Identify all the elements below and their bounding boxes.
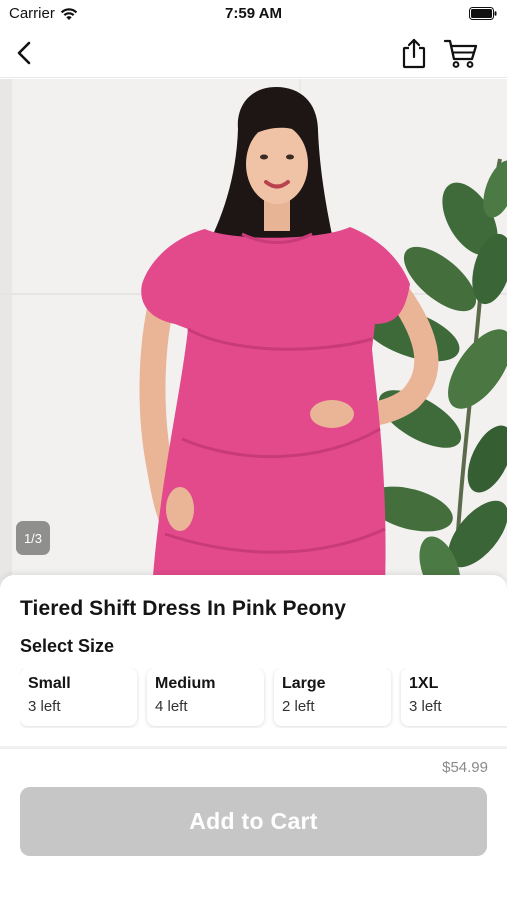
image-page-indicator: 1/3 (16, 521, 50, 555)
product-image[interactable] (0, 79, 507, 589)
price-label: $54.99 (442, 759, 488, 776)
size-option-1xl[interactable]: 1XL 3 left (401, 668, 507, 726)
size-option-stock: 2 left (282, 698, 315, 715)
chevron-left-icon (17, 41, 31, 65)
share-button[interactable] (395, 34, 433, 72)
size-options-list[interactable]: Small 3 left Medium 4 left Large 2 left … (20, 668, 507, 728)
size-option-stock: 3 left (409, 698, 442, 715)
size-option-large[interactable]: Large 2 left (274, 668, 391, 726)
clock: 7:59 AM (225, 5, 282, 22)
size-option-name: Medium (155, 675, 216, 692)
select-size-heading: Select Size (20, 636, 115, 656)
size-option-stock: 3 left (28, 698, 61, 715)
size-option-stock: 4 left (155, 698, 188, 715)
product-title: Tiered Shift Dress In Pink Peony (20, 597, 347, 620)
size-option-name: Large (282, 675, 326, 692)
battery-icon (469, 7, 497, 20)
add-to-cart-button[interactable]: Add to Cart (20, 787, 487, 856)
size-option-name: Small (28, 675, 71, 692)
size-option-name: 1XL (409, 675, 439, 692)
size-option-medium[interactable]: Medium 4 left (147, 668, 264, 726)
nav-bar (0, 28, 507, 78)
product-photo-illustration (0, 79, 507, 589)
size-option-small[interactable]: Small 3 left (20, 668, 137, 726)
back-button[interactable] (6, 34, 44, 72)
share-icon (402, 38, 426, 69)
status-bar: Carrier 7:59 AM (0, 0, 507, 28)
shopping-cart-icon (443, 39, 478, 68)
product-details-sheet: Tiered Shift Dress In Pink Peony Select … (0, 575, 507, 900)
cart-button[interactable] (442, 34, 480, 72)
divider (0, 746, 507, 749)
